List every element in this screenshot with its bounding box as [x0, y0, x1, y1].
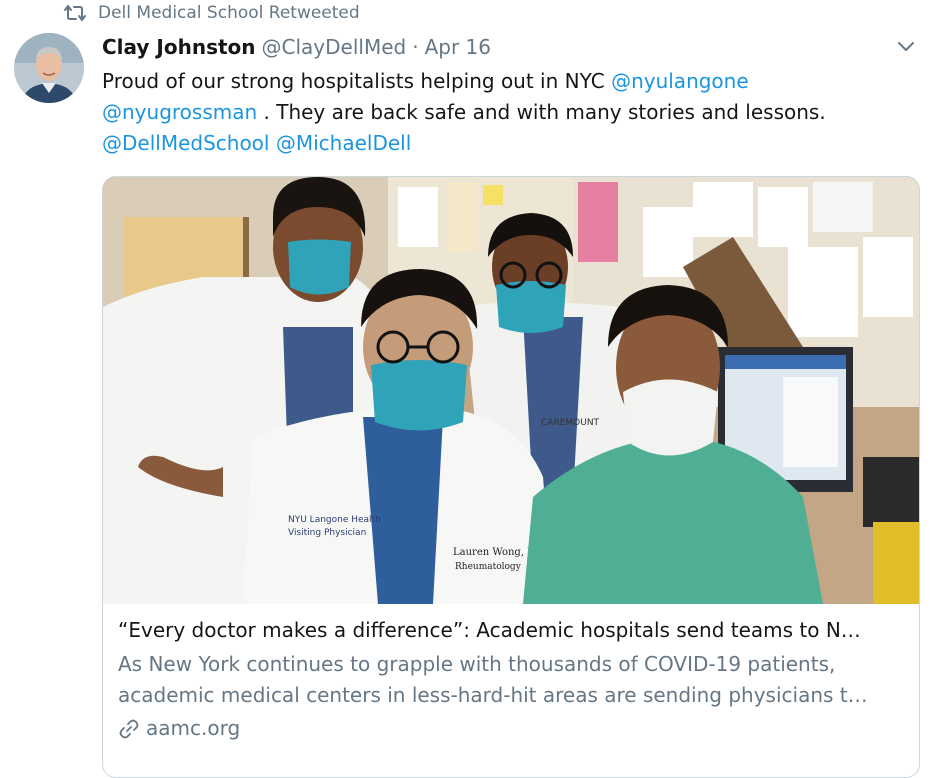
- retweet-label: Dell Medical School Retweeted: [98, 3, 360, 23]
- badge-dept: Rheumatology: [455, 562, 522, 572]
- photo-doctors: CAREMOUNT NYU Langone Health Visiting Ph…: [103, 177, 919, 604]
- mention-michaeldell[interactable]: @MichaelDell: [276, 131, 411, 155]
- profile-photo: [14, 33, 84, 103]
- retweet-indicator[interactable]: Dell Medical School Retweeted: [62, 2, 360, 24]
- card-title: “Every doctor makes a difference”: Acade…: [118, 618, 861, 642]
- retweet-icon: [62, 3, 88, 23]
- card-domain: aamc.org: [118, 713, 908, 744]
- coat-logo: NYU Langone Health: [288, 515, 381, 525]
- link-icon: [118, 718, 140, 740]
- mention-dellmedschool[interactable]: @DellMedSchool: [102, 131, 269, 155]
- tweet-timestamp[interactable]: Apr 16: [425, 35, 491, 59]
- tweet-text: Proud of our strong hospitalists helping…: [102, 66, 902, 159]
- sign-text: CAREMOUNT: [541, 418, 600, 428]
- card-description: As New York continues to grapple with th…: [118, 652, 868, 707]
- author-name[interactable]: Clay Johnston: [102, 35, 256, 59]
- link-card[interactable]: CAREMOUNT NYU Langone Health Visiting Ph…: [102, 176, 920, 778]
- author-handle[interactable]: @ClayDellMed: [262, 35, 407, 59]
- avatar[interactable]: [14, 33, 84, 103]
- card-domain-text: aamc.org: [146, 716, 241, 740]
- mention-nyugrossman[interactable]: @nyugrossman: [102, 100, 257, 124]
- coat-role: Visiting Physician: [288, 528, 366, 538]
- tweet-text-part2: . They are back safe and with many stori…: [257, 100, 826, 124]
- tweet-text-part1: Proud of our strong hospitalists helping…: [102, 69, 612, 93]
- mention-nyulangone[interactable]: @nyulangone: [611, 69, 749, 93]
- separator-dot: ·: [412, 35, 419, 59]
- tweet-header: Clay Johnston @ClayDellMed · Apr 16: [102, 33, 876, 61]
- chevron-down-icon[interactable]: [894, 34, 918, 58]
- card-image: CAREMOUNT NYU Langone Health Visiting Ph…: [103, 177, 919, 604]
- card-meta: “Every doctor makes a difference”: Acade…: [118, 615, 908, 744]
